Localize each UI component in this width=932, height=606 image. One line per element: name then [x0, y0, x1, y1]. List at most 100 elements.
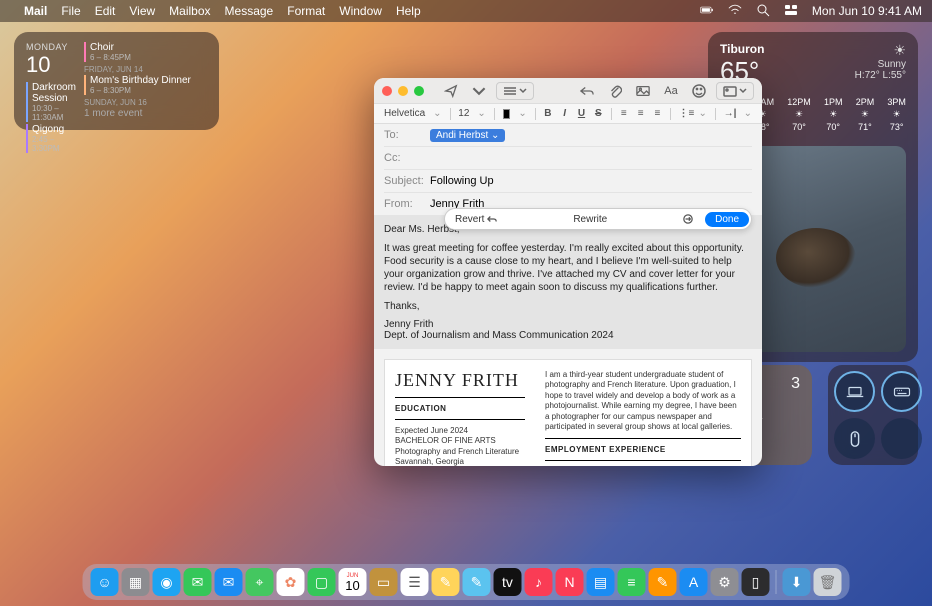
zoom-button[interactable]	[414, 86, 424, 96]
subject-row[interactable]: Subject: Following Up	[384, 170, 752, 193]
control-center-icon[interactable]	[784, 3, 798, 20]
recipient-pill[interactable]: Andi Herbst ⌄	[430, 129, 505, 142]
send-menu[interactable]	[468, 82, 490, 100]
battery-icon[interactable]	[700, 3, 714, 20]
text-color-button[interactable]	[503, 109, 511, 119]
weather-condition: Sunny	[855, 59, 906, 70]
font-select[interactable]: Helvetica	[384, 108, 425, 119]
dock-app-maps[interactable]: ⌖	[246, 568, 274, 596]
dock-app-music[interactable]: ♪	[525, 568, 553, 596]
photo-button[interactable]	[632, 82, 654, 100]
reply-button[interactable]	[576, 82, 598, 100]
calendar-event: Mom's Birthday Dinner	[90, 75, 207, 86]
calendar-widget[interactable]: MONDAY 10 Darkroom Session 10:30 – 11:30…	[14, 32, 219, 130]
devices-widget[interactable]	[828, 365, 918, 465]
dock-app-iphone[interactable]: ▯	[742, 568, 770, 596]
options-button[interactable]	[675, 212, 701, 226]
body-signature-name: Jenny Frith	[384, 319, 752, 330]
spotlight-icon[interactable]	[756, 3, 770, 20]
device-laptop-button[interactable]	[834, 371, 875, 412]
weather-hilo: H:72° L:55°	[855, 70, 906, 81]
subject-field[interactable]: Following Up	[430, 175, 752, 187]
header-fields-button[interactable]	[496, 82, 534, 100]
menu-file[interactable]: File	[61, 4, 80, 18]
app-name[interactable]: Mail	[24, 4, 47, 18]
menu-edit[interactable]: Edit	[95, 4, 116, 18]
attach-button[interactable]	[604, 82, 626, 100]
device-keyboard-button[interactable]	[881, 371, 922, 412]
menubar-clock[interactable]: Mon Jun 10 9:41 AM	[812, 4, 922, 18]
menu-window[interactable]: Window	[339, 4, 382, 18]
dock-app-appstore[interactable]: A	[680, 568, 708, 596]
dock-app-launchpad[interactable]: ▦	[122, 568, 150, 596]
dock: ☺▦◉✉✉⌖✿▢JUN10▭☰✎✎tv♪N▤≡✎A⚙▯⬇🗑	[83, 564, 850, 600]
dock-app-finder[interactable]: ☺	[91, 568, 119, 596]
minimize-button[interactable]	[398, 86, 408, 96]
dock-app-facetime[interactable]: ▢	[308, 568, 336, 596]
cv-bio: I am a third-year student undergraduate …	[545, 370, 741, 432]
media-button[interactable]	[716, 82, 754, 100]
menu-message[interactable]: Message	[225, 4, 274, 18]
dock-app-notes[interactable]: ✎	[432, 568, 460, 596]
device-empty-button[interactable]	[881, 418, 922, 459]
rewrite-label: Rewrite	[505, 214, 675, 225]
dock-app-calendar[interactable]: JUN10	[339, 568, 367, 596]
dock-app-photos[interactable]: ✿	[277, 568, 305, 596]
device-mouse-button[interactable]	[834, 418, 875, 459]
dock-app-news[interactable]: N	[556, 568, 584, 596]
revert-button[interactable]: Revert	[447, 212, 505, 227]
align-center-button[interactable]: ≡	[636, 108, 645, 119]
to-row[interactable]: To: Andi Herbst ⌄	[384, 124, 752, 147]
menubar: Mail File Edit View Mailbox Message Form…	[0, 0, 932, 22]
format-bar: Helvetica ⌄ 12 ⌄ ⌄ B I U S ≡ ≡ ≡ ⋮≡ ⌄ →|…	[374, 104, 762, 124]
dock-app-numbers[interactable]: ≡	[618, 568, 646, 596]
italic-button[interactable]: I	[560, 108, 569, 119]
calendar-weekday: MONDAY	[26, 42, 66, 52]
dock-app-reminders[interactable]: ☰	[401, 568, 429, 596]
dock-app-freeform[interactable]: ✎	[463, 568, 491, 596]
underline-button[interactable]: U	[577, 108, 586, 119]
wifi-icon[interactable]	[728, 3, 742, 20]
mail-body[interactable]: Dear Ms. Herbst, It was great meeting fo…	[374, 215, 762, 466]
dock-app-trash[interactable]: 🗑	[814, 568, 842, 596]
strike-button[interactable]: S	[594, 108, 603, 119]
cc-row[interactable]: Cc:	[384, 147, 752, 170]
dock-app-contacts[interactable]: ▭	[370, 568, 398, 596]
body-signature: Thanks,	[384, 300, 752, 313]
align-left-button[interactable]: ≡	[619, 108, 628, 119]
emoji-button[interactable]	[688, 82, 710, 100]
dock-app-safari[interactable]: ◉	[153, 568, 181, 596]
dock-app-pages[interactable]: ✎	[649, 568, 677, 596]
calendar-more: 1 more event	[84, 108, 207, 119]
body-signature-dept: Dept. of Journalism and Mass Communicati…	[384, 330, 752, 341]
align-right-button[interactable]: ≡	[653, 108, 662, 119]
dock-app-mail[interactable]: ✉	[215, 568, 243, 596]
mail-compose-window: Aa Helvetica ⌄ 12 ⌄ ⌄ B I U S ≡ ≡ ≡ ⋮≡ ⌄…	[374, 78, 762, 466]
indent-button[interactable]: →|	[724, 108, 736, 119]
weather-hour: 12PM☀70°	[787, 97, 811, 132]
writing-tools-bar: Revert Rewrite Done	[444, 208, 752, 230]
notification-count: 3	[791, 375, 800, 393]
menu-help[interactable]: Help	[396, 4, 421, 18]
close-button[interactable]	[382, 86, 392, 96]
dock-app-keynote[interactable]: ▤	[587, 568, 615, 596]
list-button[interactable]: ⋮≡	[679, 108, 691, 119]
dock-app-settings[interactable]: ⚙	[711, 568, 739, 596]
window-titlebar[interactable]: Aa	[374, 78, 762, 104]
menu-mailbox[interactable]: Mailbox	[169, 4, 210, 18]
menu-view[interactable]: View	[129, 4, 155, 18]
cv-attachment: JENNY FRITH EDUCATION Expected June 2024…	[384, 359, 752, 466]
calendar-event: Darkroom Session	[32, 82, 66, 104]
size-select[interactable]: 12	[458, 108, 469, 119]
menu-format[interactable]: Format	[287, 4, 325, 18]
format-button[interactable]: Aa	[660, 82, 682, 100]
send-button[interactable]	[440, 82, 462, 100]
dock-app-downloads[interactable]: ⬇	[783, 568, 811, 596]
done-button[interactable]: Done	[705, 212, 749, 227]
dock-app-messages[interactable]: ✉	[184, 568, 212, 596]
dock-app-tv[interactable]: tv	[494, 568, 522, 596]
options-icon	[683, 214, 693, 224]
calendar-daynum: 10	[26, 52, 66, 78]
bold-button[interactable]: B	[544, 108, 553, 119]
weather-location: Tiburon	[720, 42, 764, 56]
